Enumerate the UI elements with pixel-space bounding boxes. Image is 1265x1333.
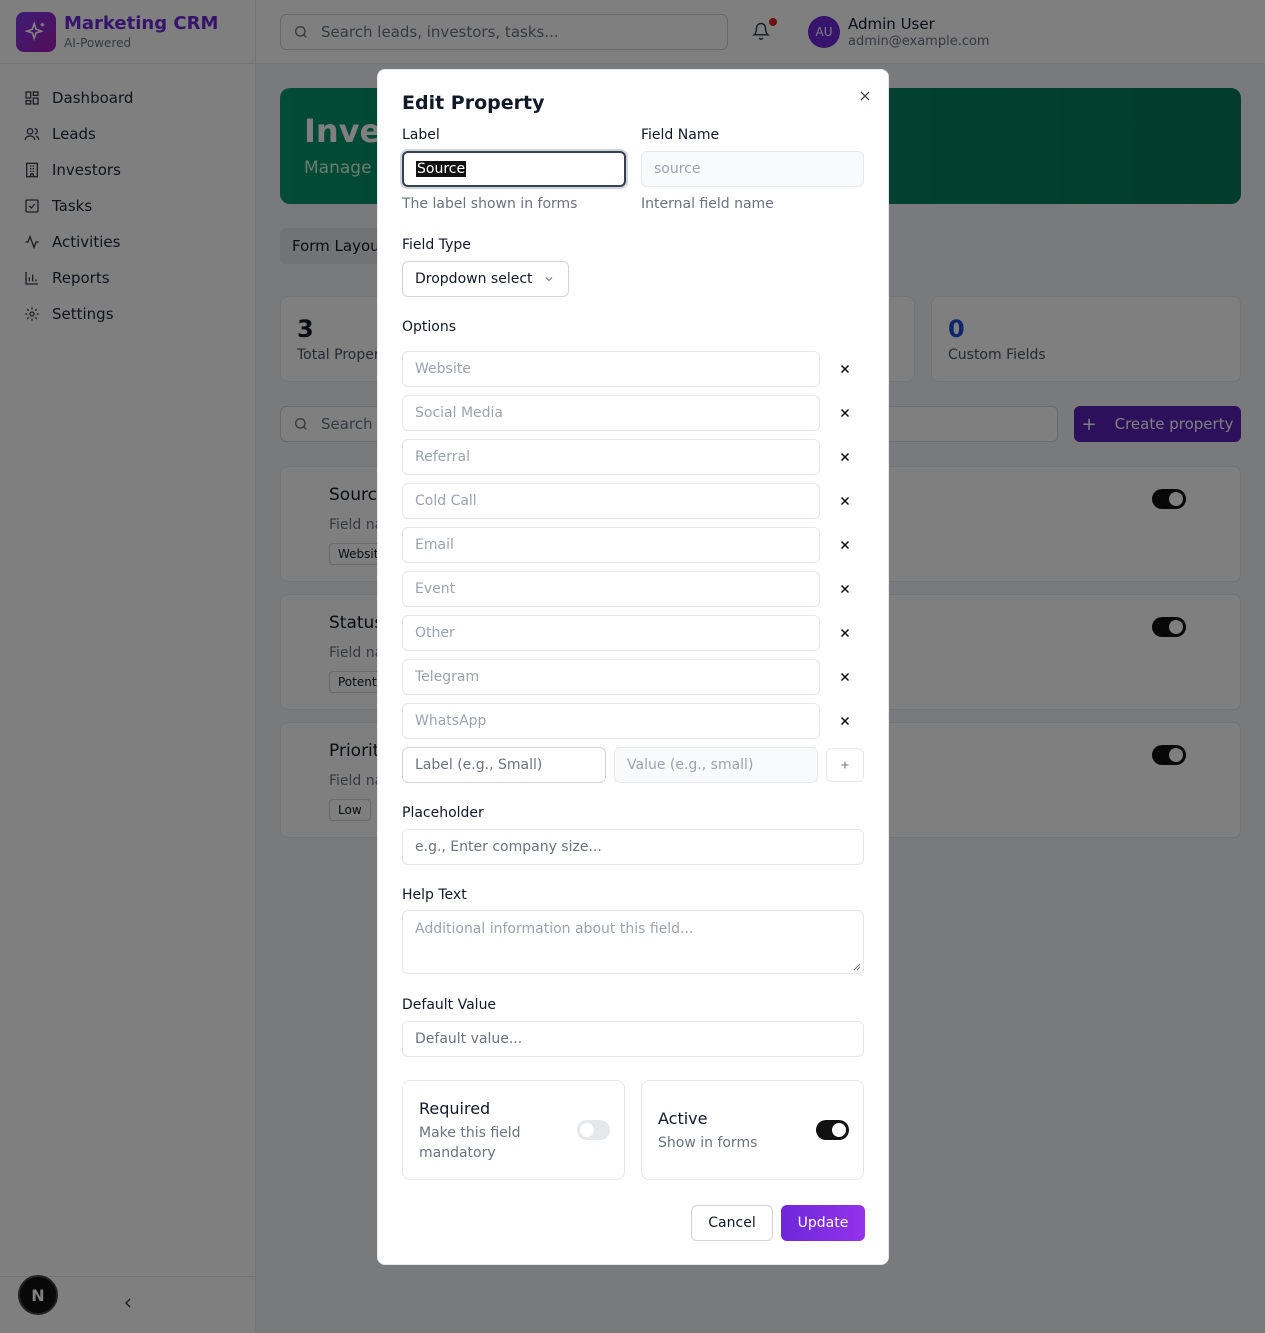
- close-icon[interactable]: [856, 87, 874, 105]
- close-icon[interactable]: [836, 492, 854, 510]
- chevron-down-icon: [545, 277, 552, 282]
- active-desc: Show in forms: [658, 1135, 758, 1151]
- option-row: Event: [402, 571, 864, 607]
- option-row: Referral: [402, 439, 864, 475]
- option-input[interactable]: Telegram: [402, 659, 820, 695]
- toggle-knob: [580, 1123, 594, 1137]
- close-icon[interactable]: [836, 712, 854, 730]
- option-row: Email: [402, 527, 864, 563]
- placeholder-input[interactable]: e.g., Enter company size...: [402, 829, 864, 865]
- required-desc-line2: mandatory: [419, 1145, 496, 1161]
- field-name-title: Field Name: [641, 127, 720, 143]
- required-card: Required Make this field mandatory: [402, 1080, 625, 1180]
- dialog-title: Edit Property: [402, 92, 545, 114]
- update-button[interactable]: Update: [781, 1205, 865, 1241]
- option-input[interactable]: Event: [402, 571, 820, 607]
- close-icon[interactable]: [836, 448, 854, 466]
- field-type-value: Dropdown select: [415, 271, 533, 287]
- option-row: Cold Call: [402, 483, 864, 519]
- option-row: WhatsApp: [402, 703, 864, 739]
- required-title: Required: [419, 1099, 491, 1118]
- option-input[interactable]: Referral: [402, 439, 820, 475]
- close-icon[interactable]: [836, 536, 854, 554]
- label-input[interactable]: Source: [402, 151, 626, 187]
- help-text-textarea[interactable]: Additional information about this field.…: [402, 910, 864, 974]
- cancel-button[interactable]: Cancel: [691, 1205, 773, 1241]
- option-row: Other: [402, 615, 864, 651]
- new-option-label-input[interactable]: Label (e.g., Small): [402, 747, 606, 783]
- active-card: Active Show in forms: [641, 1080, 864, 1180]
- field-name-help: Internal field name: [641, 196, 774, 212]
- options-title: Options: [402, 319, 457, 335]
- option-row: Website: [402, 351, 864, 387]
- required-desc-line1: Make this field: [419, 1125, 521, 1141]
- option-row: Social Media: [402, 395, 864, 431]
- option-input[interactable]: Website: [402, 351, 820, 387]
- help-text-title: Help Text: [402, 887, 467, 903]
- new-option-value-input[interactable]: Value (e.g., small): [614, 747, 818, 783]
- close-icon[interactable]: [836, 668, 854, 686]
- option-row: Telegram: [402, 659, 864, 695]
- option-input[interactable]: Cold Call: [402, 483, 820, 519]
- option-input[interactable]: WhatsApp: [402, 703, 820, 739]
- resize-grip-icon[interactable]: [853, 963, 861, 971]
- close-icon[interactable]: [836, 360, 854, 378]
- field-type-title: Field Type: [402, 237, 471, 253]
- close-icon[interactable]: [836, 624, 854, 642]
- add-option-button[interactable]: [826, 748, 864, 782]
- edit-property-dialog: Edit Property Label Source The label sho…: [377, 69, 889, 1265]
- default-value-input[interactable]: Default value...: [402, 1021, 864, 1057]
- label-field-title: Label: [402, 127, 440, 143]
- plus-icon: [841, 761, 849, 769]
- active-toggle[interactable]: [816, 1120, 849, 1140]
- field-type-select[interactable]: Dropdown select: [402, 261, 569, 297]
- option-input[interactable]: Social Media: [402, 395, 820, 431]
- help-text-placeholder: Additional information about this field.…: [415, 921, 694, 937]
- option-input[interactable]: Other: [402, 615, 820, 651]
- close-icon[interactable]: [836, 404, 854, 422]
- close-icon[interactable]: [836, 580, 854, 598]
- default-value-title: Default Value: [402, 997, 497, 1013]
- label-help: The label shown in forms: [402, 196, 578, 212]
- active-title: Active: [658, 1109, 708, 1128]
- option-input[interactable]: Email: [402, 527, 820, 563]
- required-toggle[interactable]: [577, 1120, 610, 1140]
- field-name-input[interactable]: source: [641, 151, 864, 187]
- toggle-knob: [832, 1123, 846, 1137]
- placeholder-title: Placeholder: [402, 805, 484, 821]
- label-input-value: Source: [416, 161, 467, 177]
